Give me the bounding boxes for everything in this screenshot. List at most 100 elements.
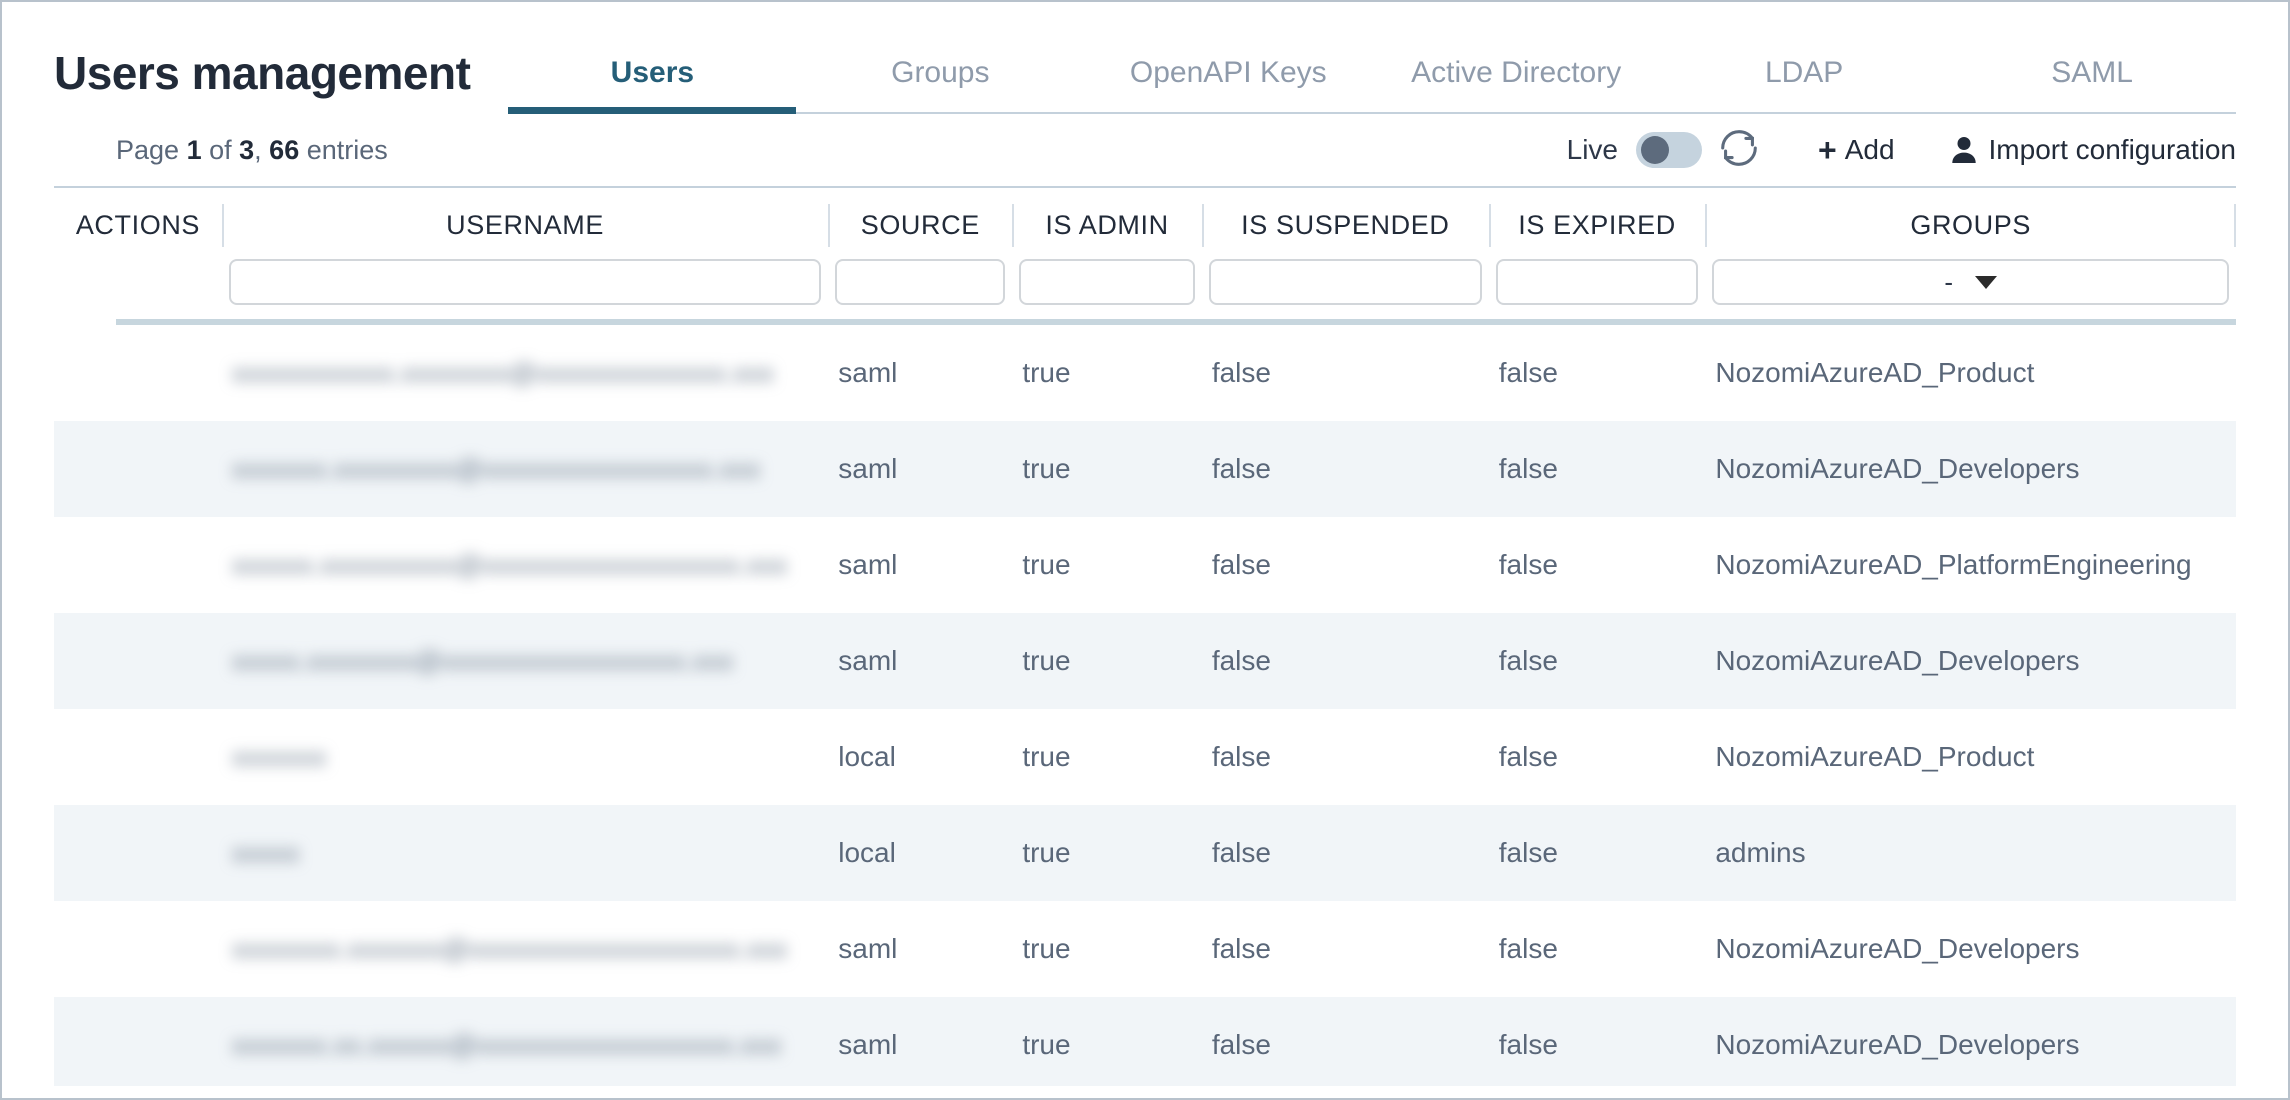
filter-input-is-admin[interactable] xyxy=(1019,259,1195,305)
row-is-expired-cell: false xyxy=(1488,901,1706,997)
bottom-edge xyxy=(4,1086,2286,1096)
table-row[interactable]: xxxxx.xxxxxxxx@xxxxxxxxxxxxxxxxxx.xxx sam… xyxy=(54,613,2236,709)
import-configuration-label: Import configuration xyxy=(1988,134,2236,165)
row-is-expired-cell: false xyxy=(1488,325,1706,421)
tab-ldap[interactable]: LDAP xyxy=(1660,56,1948,112)
filter-select-groups-value: - xyxy=(1944,266,1953,297)
row-is-suspended-cell: false xyxy=(1201,325,1489,421)
page-title: Users management xyxy=(54,47,471,99)
import-configuration-button[interactable]: Import configuration xyxy=(1951,134,2236,166)
username-redacted: xxxxxxx xyxy=(231,742,327,772)
filter-input-source[interactable] xyxy=(835,259,1006,305)
row-actions-empty xyxy=(116,548,222,582)
column-header-is-suspended: IS SUSPENDED xyxy=(1201,188,1489,259)
users-table: ACTIONS USERNAME SOURCE IS ADMIN IS SUSP… xyxy=(54,188,2236,1098)
live-toggle[interactable] xyxy=(1636,132,1703,168)
filter-row: - xyxy=(54,259,2236,319)
add-button-label: Add xyxy=(1844,134,1895,165)
row-is-admin-cell: true xyxy=(1012,709,1202,805)
username-redacted: xxxxxxxxxxxx.xxxxxxxx@xxxxxxxxxxxxxx.xxx xyxy=(231,358,774,388)
username-redacted: xxxxxxx.xxxxxxxxx@xxxxxxxxxxxxxxxxx.xxx xyxy=(231,454,761,484)
row-groups-cell: admins xyxy=(1705,805,2236,901)
row-is-admin-cell: true xyxy=(1012,517,1202,613)
toolbar-actions: Live + Add Import configuration xyxy=(1567,125,2236,176)
entries-count-value: 66 xyxy=(269,134,300,165)
table-row[interactable]: xxxxxxxx.xxxxxxx@xxxxxxxxxxxxxxxxxxxx.xx… xyxy=(54,901,2236,997)
users-table-container: ACTIONS USERNAME SOURCE IS ADMIN IS SUSP… xyxy=(2,188,2288,1098)
filter-select-groups[interactable]: - xyxy=(1712,259,2229,305)
row-username-cell: xxxxx.xxxxxxxx@xxxxxxxxxxxxxxxxxx.xxx xyxy=(221,613,829,709)
person-icon xyxy=(1951,135,1977,165)
plus-icon: + xyxy=(1818,131,1837,168)
username-redacted: xxxxxx.xxxxxxxxxx@xxxxxxxxxxxxxxxxxxx.xx… xyxy=(231,550,788,580)
row-is-suspended-cell: false xyxy=(1201,805,1489,901)
header-row: ACTIONS USERNAME SOURCE IS ADMIN IS SUSP… xyxy=(54,188,2236,259)
row-groups-cell: NozomiAzureAD_Developers xyxy=(1705,613,2236,709)
row-actions-empty xyxy=(116,644,222,678)
filter-input-is-suspended[interactable] xyxy=(1208,259,1482,305)
row-actions-cell xyxy=(54,517,222,613)
row-is-suspended-cell: false xyxy=(1201,613,1489,709)
row-username-cell: xxxxxxxx.xxxxxxx@xxxxxxxxxxxxxxxxxxxx.xx… xyxy=(221,901,829,997)
table-row[interactable]: xxxxxxx.xxxxxxxxx@xxxxxxxxxxxxxxxxx.xxx s… xyxy=(54,421,2236,517)
row-is-expired-cell: false xyxy=(1488,613,1706,709)
refresh-icon[interactable] xyxy=(1716,125,1762,176)
tab-saml[interactable]: SAML xyxy=(1948,56,2236,112)
tab-active-directory[interactable]: Active Directory xyxy=(1372,56,1660,112)
row-is-admin-cell: true xyxy=(1012,325,1202,421)
row-is-admin-cell: true xyxy=(1012,613,1202,709)
filter-input-is-expired[interactable] xyxy=(1495,259,1699,305)
row-actions-cell xyxy=(54,421,222,517)
column-header-source: SOURCE xyxy=(828,188,1012,259)
row-groups-cell: NozomiAzureAD_PlatformEngineering xyxy=(1705,517,2236,613)
users-management-page: Users management Users Groups OpenAPI Ke… xyxy=(0,0,2290,1100)
row-is-suspended-cell: false xyxy=(1201,517,1489,613)
row-is-admin-cell: true xyxy=(1012,805,1202,901)
tab-openapi-keys[interactable]: OpenAPI Keys xyxy=(1084,56,1372,112)
filter-cell-is-expired xyxy=(1489,259,1706,319)
page-header: Users management Users Groups OpenAPI Ke… xyxy=(2,2,2288,114)
filter-cell-source xyxy=(828,259,1012,319)
row-is-expired-cell: false xyxy=(1488,997,1706,1093)
tab-users[interactable]: Users xyxy=(508,56,797,114)
row-is-suspended-cell: false xyxy=(1201,901,1489,997)
live-toggle-knob xyxy=(1641,136,1670,164)
table-row[interactable]: xxxxxxx local true false false NozomiAzureAD_… xyxy=(54,709,2236,805)
row-username-cell: xxxxxxx xyxy=(221,709,829,805)
column-header-username: USERNAME xyxy=(221,188,828,259)
column-header-actions: ACTIONS xyxy=(75,210,201,240)
add-button[interactable]: + Add xyxy=(1818,132,1895,169)
filter-cell-groups: - xyxy=(1705,259,2236,319)
table-row[interactable]: xxxxxx.xxxxxxxxxx@xxxxxxxxxxxxxxxxxxx.xx… xyxy=(54,517,2236,613)
row-actions-cell xyxy=(54,709,222,805)
row-actions-empty xyxy=(116,932,222,966)
table-toolbar: Page 1 of 3, 66 entries Live + Add Impor… xyxy=(2,114,2288,186)
users-table-body: xxxxxxxxxxxx.xxxxxxxx@xxxxxxxxxxxxxx.xxx… xyxy=(54,325,2236,1098)
row-is-suspended-cell: false xyxy=(1201,997,1489,1093)
row-is-suspended-cell: false xyxy=(1201,709,1489,805)
row-username-cell: xxxxxxx.xxxxxxxxx@xxxxxxxxxxxxxxxxx.xxx xyxy=(221,421,829,517)
row-source-cell: saml xyxy=(828,997,1013,1093)
row-is-suspended-cell: false xyxy=(1201,421,1489,517)
users-table-head: ACTIONS USERNAME SOURCE IS ADMIN IS SUSP… xyxy=(54,188,2236,325)
page-total-value: 3 xyxy=(239,134,255,165)
row-groups-cell: NozomiAzureAD_Developers xyxy=(1705,997,2236,1093)
row-source-cell: saml xyxy=(828,421,1013,517)
filter-cell-username xyxy=(222,259,828,319)
tab-groups[interactable]: Groups xyxy=(796,56,1084,112)
row-actions-cell xyxy=(54,613,222,709)
row-source-cell: saml xyxy=(828,517,1013,613)
table-row[interactable]: xxxxx local true false false admins xyxy=(54,805,2236,901)
row-is-expired-cell: false xyxy=(1488,709,1706,805)
table-row[interactable]: xxxxxxx.xx.xxxxxx@xxxxxxxxxxxxxxxxxxx.xx… xyxy=(54,997,2236,1093)
page-current-value: 1 xyxy=(186,134,202,165)
live-label: Live xyxy=(1566,134,1619,165)
row-source-cell: local xyxy=(828,805,1013,901)
username-redacted: xxxxx.xxxxxxxx@xxxxxxxxxxxxxxxxxx.xxx xyxy=(231,646,734,676)
table-row[interactable]: xxxxxxxxxxxx.xxxxxxxx@xxxxxxxxxxxxxx.xxx… xyxy=(54,325,2236,421)
row-actions-empty xyxy=(116,836,222,870)
row-actions-cell xyxy=(54,325,222,421)
row-actions-cell xyxy=(54,997,222,1093)
filter-input-username[interactable] xyxy=(228,259,822,305)
username-redacted: xxxxxxx.xx.xxxxxx@xxxxxxxxxxxxxxxxxxx.xx… xyxy=(231,1030,782,1060)
